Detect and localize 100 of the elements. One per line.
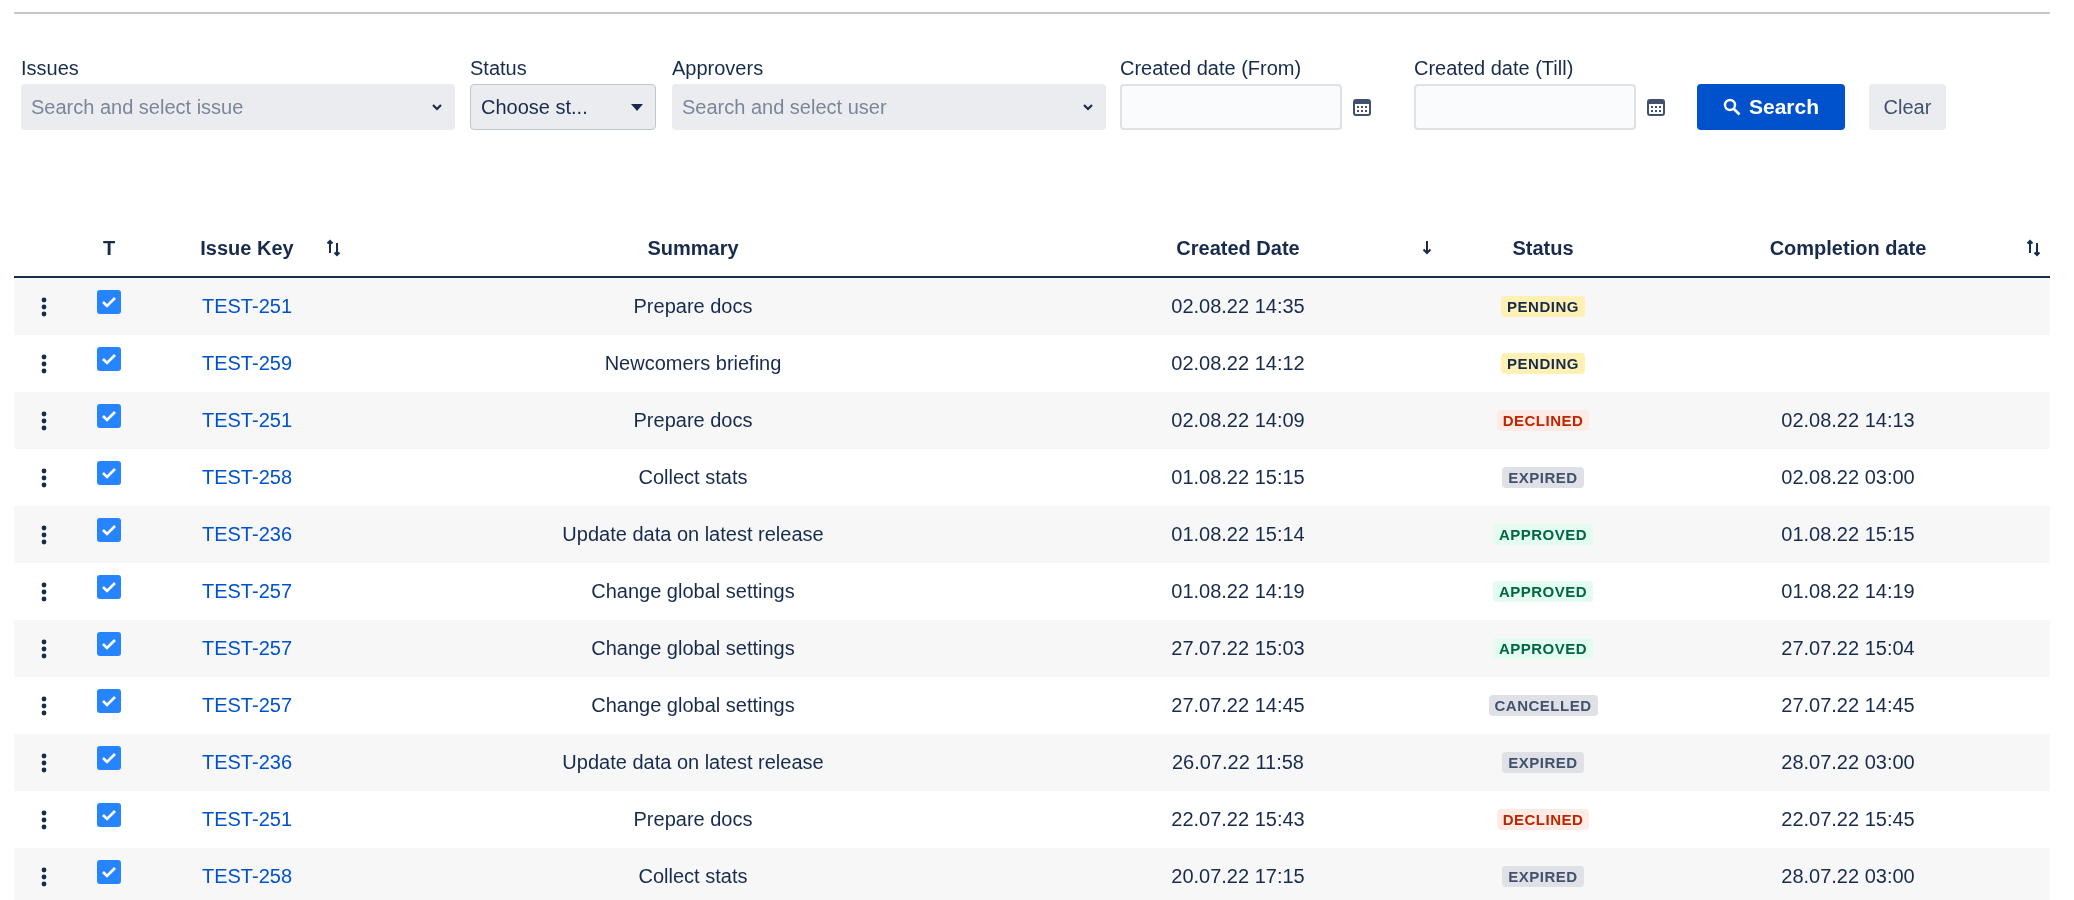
calendar-icon[interactable] <box>1352 97 1372 117</box>
status-lozenge: EXPIRED <box>1502 866 1584 887</box>
calendar-icon[interactable] <box>1646 97 1666 117</box>
status-lozenge: EXPIRED <box>1502 467 1584 488</box>
clear-button[interactable]: Clear <box>1869 84 1946 130</box>
issue-link[interactable]: TEST-236 <box>201 523 292 546</box>
check-icon <box>101 352 117 365</box>
completion-date-cell: 01.08.22 15:15 <box>1781 523 1915 546</box>
checkbox[interactable] <box>97 403 121 428</box>
issue-link[interactable]: TEST-258 <box>201 466 292 489</box>
completion-date-cell: 22.07.22 15:45 <box>1781 808 1915 831</box>
check-icon <box>101 466 117 479</box>
more-options-icon[interactable] <box>41 353 47 374</box>
created-date-cell: 27.07.22 15:03 <box>1171 637 1305 660</box>
more-options-icon[interactable] <box>41 524 47 545</box>
check-icon <box>101 808 117 821</box>
more-options-icon[interactable] <box>41 866 47 887</box>
status-lozenge: PENDING <box>1501 353 1585 374</box>
checkbox[interactable] <box>97 517 121 542</box>
checkbox[interactable] <box>97 574 121 599</box>
field-label: Issues <box>21 56 80 80</box>
more-options-icon[interactable] <box>41 467 47 488</box>
summary-cell: Prepare docs <box>633 409 753 432</box>
issue-link[interactable]: TEST-257 <box>201 580 292 603</box>
summary-cell: Change global settings <box>591 637 795 660</box>
more-options-icon[interactable] <box>41 695 47 716</box>
status-lozenge: DECLINED <box>1496 809 1590 830</box>
issue-link[interactable]: TEST-259 <box>201 352 292 375</box>
completion-date-cell: 27.07.22 14:45 <box>1781 694 1915 717</box>
sort-descending-icon[interactable] <box>1422 240 1432 256</box>
more-options-icon[interactable] <box>41 296 47 317</box>
date-input[interactable] <box>1414 84 1636 130</box>
issue-link[interactable]: TEST-257 <box>201 694 292 717</box>
sort-icon[interactable] <box>2026 239 2042 257</box>
completion-date-cell: 01.08.22 14:19 <box>1781 580 1915 603</box>
issue-link[interactable]: TEST-251 <box>201 808 292 831</box>
status-lozenge: PENDING <box>1501 296 1585 317</box>
more-options-icon[interactable] <box>41 809 47 830</box>
check-icon <box>101 751 117 764</box>
summary-cell: Collect stats <box>638 865 748 888</box>
field-label: Created date (Till) <box>1414 56 1575 80</box>
field-label: Approvers <box>672 56 765 80</box>
check-icon <box>101 580 117 593</box>
created-date-cell: 01.08.22 14:19 <box>1171 580 1305 603</box>
checkbox[interactable] <box>97 289 121 314</box>
field-label: Status <box>470 56 528 80</box>
summary-cell: Change global settings <box>591 694 795 717</box>
field-label: Created date (From) <box>1120 56 1303 80</box>
created-date-cell: 02.08.22 14:12 <box>1171 352 1305 375</box>
created-date-cell: 22.07.22 15:43 <box>1171 808 1305 831</box>
completion-date-cell: 02.08.22 03:00 <box>1781 466 1915 489</box>
created-date-cell: 01.08.22 15:15 <box>1171 466 1305 489</box>
issue-link[interactable]: TEST-236 <box>201 751 292 774</box>
status-lozenge: EXPIRED <box>1502 752 1584 773</box>
issue-link[interactable]: TEST-251 <box>201 409 292 432</box>
summary-cell: Newcomers briefing <box>604 352 782 375</box>
chevron-down-icon <box>431 103 443 111</box>
summary-cell: Change global settings <box>591 580 795 603</box>
column-header[interactable]: Issue Key <box>200 236 294 260</box>
sort-icon[interactable] <box>326 239 342 257</box>
checkbox[interactable] <box>97 631 121 656</box>
check-icon <box>101 409 117 422</box>
more-options-icon[interactable] <box>41 410 47 431</box>
check-icon <box>101 295 117 308</box>
checkbox[interactable] <box>97 688 121 713</box>
completion-date-cell: 02.08.22 14:13 <box>1781 409 1915 432</box>
more-options-icon[interactable] <box>41 581 47 602</box>
search-button[interactable]: Search <box>1697 84 1845 130</box>
checkbox[interactable] <box>97 745 121 770</box>
created-date-cell: 02.08.22 14:35 <box>1171 295 1305 318</box>
more-options-icon[interactable] <box>41 752 47 773</box>
more-options-icon[interactable] <box>41 638 47 659</box>
issue-link[interactable]: TEST-251 <box>201 295 292 318</box>
checkbox[interactable] <box>97 859 121 884</box>
status-lozenge: CANCELLED <box>1488 695 1598 716</box>
completion-date-cell: 27.07.22 15:04 <box>1781 637 1915 660</box>
status-select[interactable]: Choose st... <box>470 84 656 130</box>
date-input[interactable] <box>1120 84 1342 130</box>
summary-cell: Prepare docs <box>633 808 753 831</box>
checkbox[interactable] <box>97 346 121 371</box>
column-header: Summary <box>647 236 739 260</box>
status-lozenge: APPROVED <box>1492 524 1594 545</box>
column-header[interactable]: Created Date <box>1176 236 1300 260</box>
search-icon <box>1722 98 1741 116</box>
summary-cell: Update data on latest release <box>562 751 824 774</box>
summary-cell: Prepare docs <box>633 295 753 318</box>
checkbox[interactable] <box>97 460 121 485</box>
created-date-cell: 26.07.22 11:58 <box>1172 751 1304 774</box>
issue-link[interactable]: TEST-258 <box>201 865 292 888</box>
created-date-cell: 01.08.22 15:14 <box>1171 523 1305 546</box>
column-header[interactable]: Completion date <box>1769 236 1927 260</box>
created-date-cell: 02.08.22 14:09 <box>1171 409 1305 432</box>
status-lozenge: DECLINED <box>1496 410 1590 431</box>
status-lozenge: APPROVED <box>1492 638 1594 659</box>
check-icon <box>101 865 117 878</box>
created-date-cell: 20.07.22 17:15 <box>1171 865 1305 888</box>
checkbox[interactable] <box>97 802 121 827</box>
issue-link[interactable]: TEST-257 <box>201 637 292 660</box>
status-lozenge: APPROVED <box>1492 581 1594 602</box>
chevron-down-icon <box>1082 103 1094 111</box>
